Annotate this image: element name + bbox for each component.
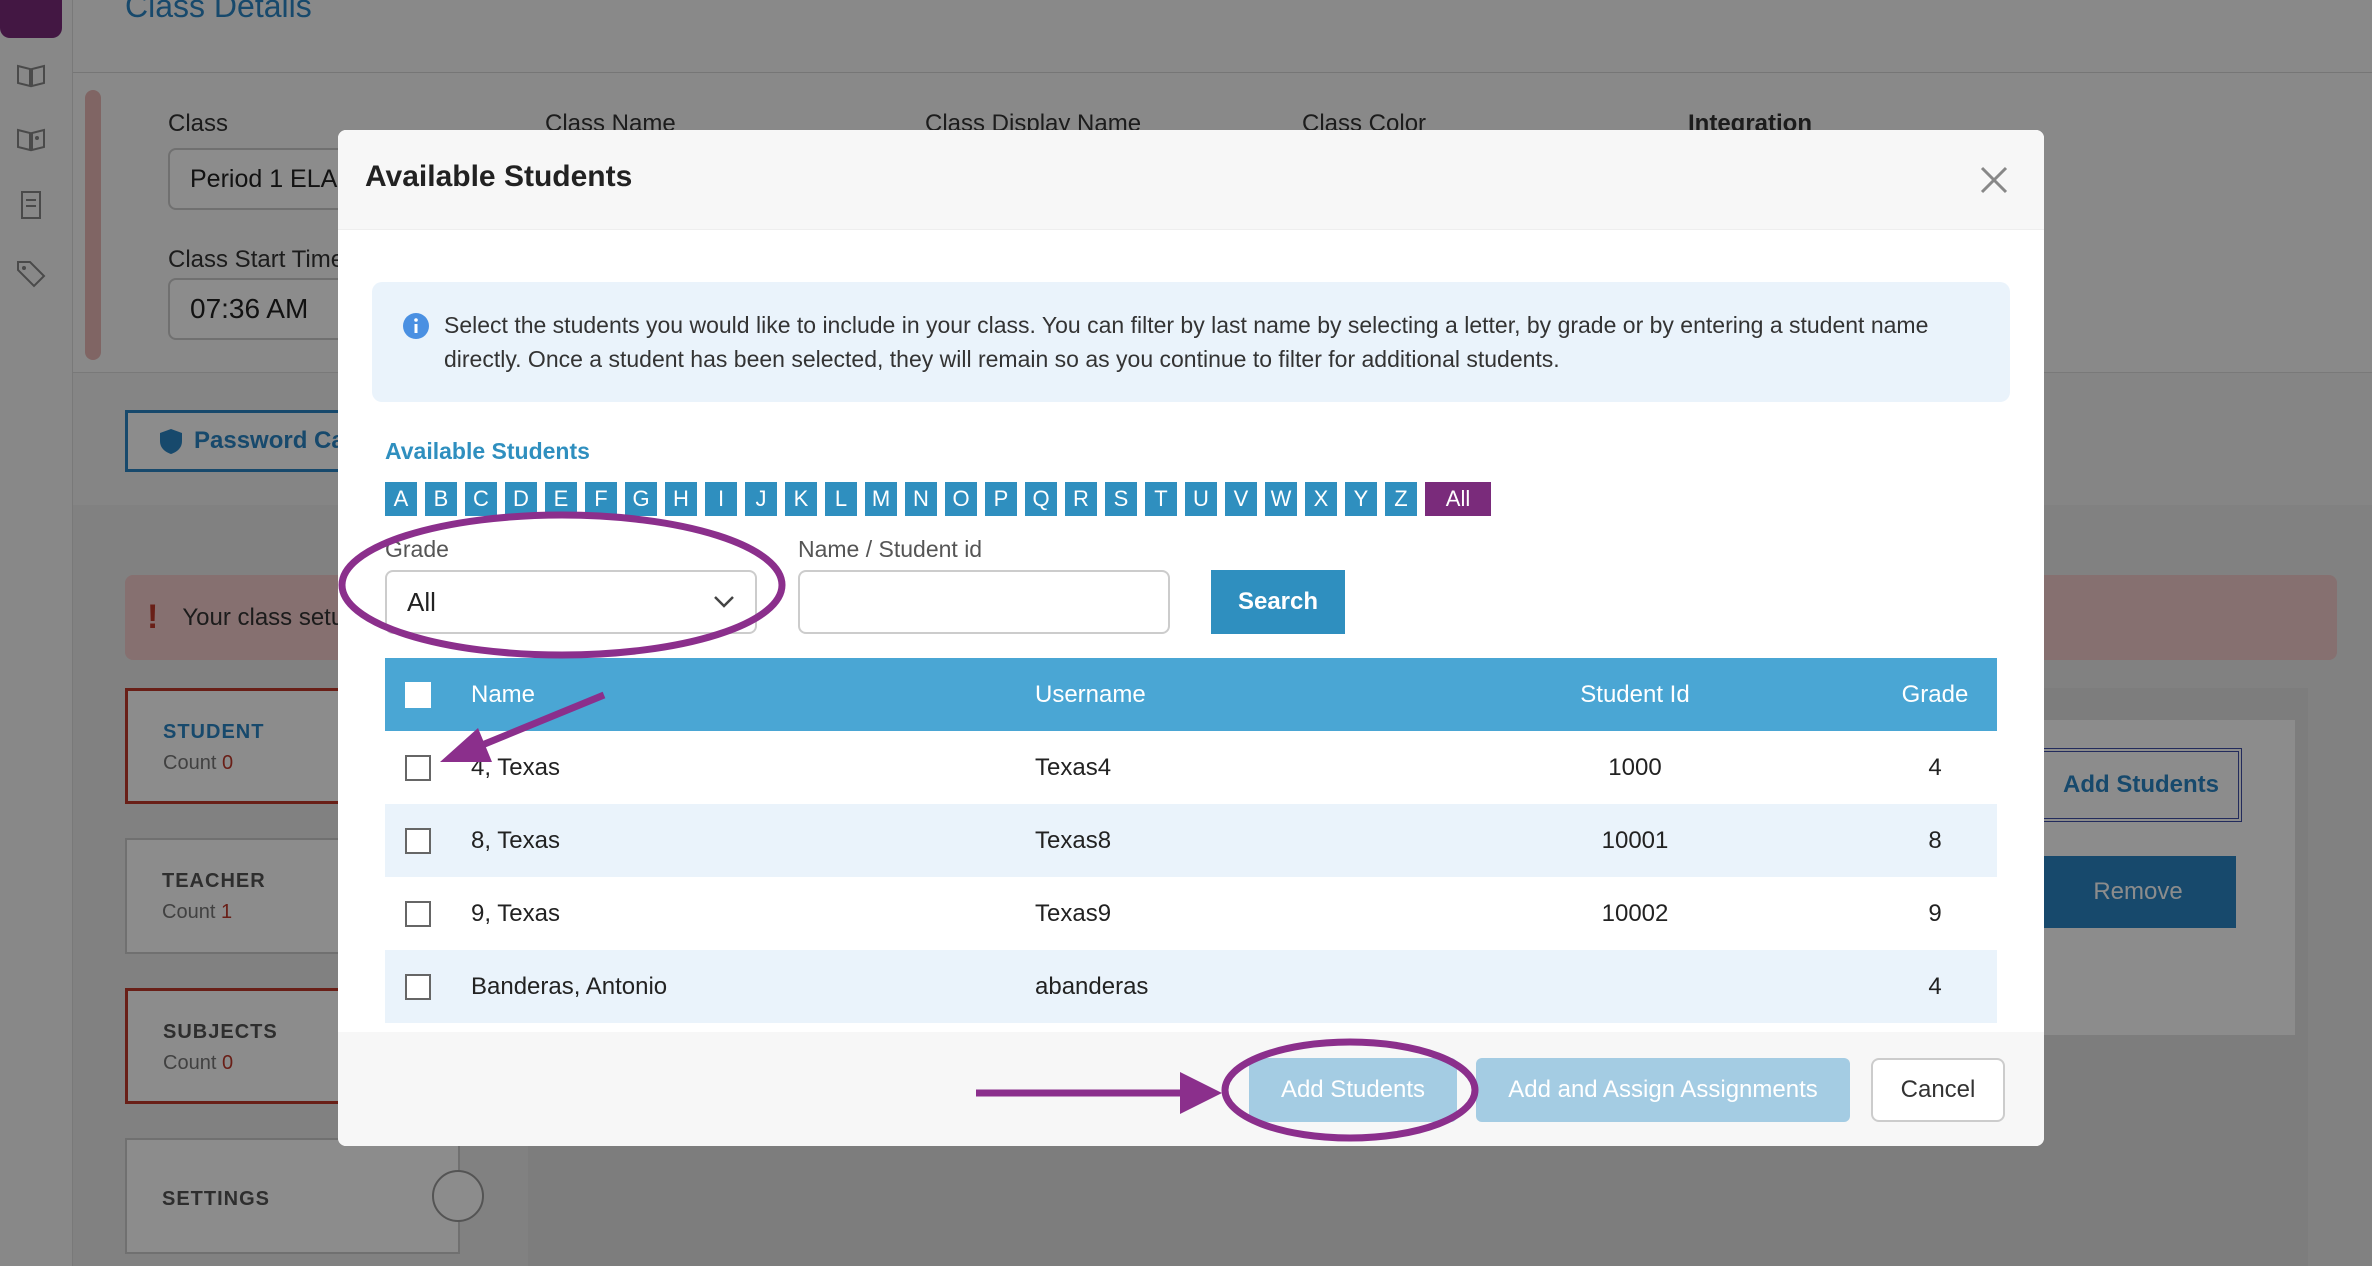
cell-name: 9, Texas	[471, 899, 560, 927]
search-button[interactable]: Search	[1211, 570, 1345, 634]
grade-select[interactable]: All	[385, 570, 757, 634]
letter-filter-j[interactable]: J	[745, 482, 777, 516]
row-checkbox[interactable]	[405, 754, 431, 781]
select-all-checkbox[interactable]	[405, 681, 431, 708]
row-checkbox[interactable]	[405, 900, 431, 927]
letter-filter-x[interactable]: X	[1305, 482, 1337, 516]
cell-name: 4, Texas	[471, 753, 560, 781]
row-checkbox[interactable]	[405, 973, 431, 1000]
letter-filter-s[interactable]: S	[1105, 482, 1137, 516]
letter-filter-w[interactable]: W	[1265, 482, 1297, 516]
add-students-button[interactable]: Add Students	[1249, 1058, 1457, 1122]
info-text: Select the students you would like to in…	[444, 312, 1929, 372]
students-table: Name Username Student Id Grade 4, Texas T…	[385, 658, 1997, 1023]
letter-filter-c[interactable]: C	[465, 482, 497, 516]
available-students-modal: Available Students Select the students y…	[338, 130, 2044, 1146]
letter-filter: A B C D E F G H I J K L M N O P Q R S T U V W X Y Z All	[385, 482, 1491, 516]
modal-header: Available Students	[338, 130, 2044, 230]
cancel-button[interactable]: Cancel	[1871, 1058, 2005, 1122]
letter-filter-e[interactable]: E	[545, 482, 577, 516]
name-search-input[interactable]	[798, 570, 1170, 634]
letter-filter-k[interactable]: K	[785, 482, 817, 516]
letter-filter-t[interactable]: T	[1145, 482, 1177, 516]
letter-filter-f[interactable]: F	[585, 482, 617, 516]
cell-student-id: 1000	[1608, 753, 1662, 781]
letter-filter-r[interactable]: R	[1065, 482, 1097, 516]
cell-grade: 4	[1928, 972, 1942, 1000]
row-checkbox[interactable]	[405, 827, 431, 854]
table-row[interactable]: 4, Texas Texas4 1000 4	[385, 731, 1997, 804]
letter-filter-l[interactable]: L	[825, 482, 857, 516]
table-row[interactable]: Banderas, Antonio abanderas 4	[385, 950, 1997, 1023]
letter-filter-u[interactable]: U	[1185, 482, 1217, 516]
letter-filter-q[interactable]: Q	[1025, 482, 1057, 516]
cell-grade: 9	[1928, 899, 1942, 927]
chevron-down-icon	[714, 596, 734, 608]
letter-filter-b[interactable]: B	[425, 482, 457, 516]
cell-username: Texas8	[1035, 826, 1112, 854]
letter-filter-y[interactable]: Y	[1345, 482, 1377, 516]
cell-username: abanderas	[1035, 972, 1149, 1000]
info-box: Select the students you would like to in…	[372, 282, 2010, 402]
letter-filter-i[interactable]: I	[705, 482, 737, 516]
cell-username: Texas4	[1035, 753, 1112, 781]
cell-student-id: 10001	[1601, 826, 1669, 854]
cell-grade: 8	[1928, 826, 1942, 854]
grade-label: Grade	[385, 536, 449, 562]
cell-grade: 4	[1928, 753, 1942, 781]
name-label: Name / Student id	[798, 536, 983, 562]
header-name[interactable]: Name	[471, 681, 535, 709]
available-students-label: Available Students	[385, 438, 590, 464]
info-icon	[403, 313, 429, 339]
letter-filter-v[interactable]: V	[1225, 482, 1257, 516]
letter-filter-g[interactable]: G	[625, 482, 657, 516]
letter-filter-z[interactable]: Z	[1385, 482, 1417, 516]
close-icon[interactable]	[1974, 160, 2014, 200]
add-assign-assignments-button[interactable]: Add and Assign Assignments	[1476, 1058, 1850, 1122]
table-header: Name Username Student Id Grade	[385, 658, 1997, 731]
header-username[interactable]: Username	[1035, 681, 1146, 709]
letter-filter-d[interactable]: D	[505, 482, 537, 516]
cell-name: Banderas, Antonio	[471, 972, 668, 1000]
letter-filter-a[interactable]: A	[385, 482, 417, 516]
cell-username: Texas9	[1035, 899, 1112, 927]
grade-value: All	[407, 586, 436, 617]
header-student-id[interactable]: Student Id	[1535, 681, 1735, 709]
letter-filter-o[interactable]: O	[945, 482, 977, 516]
letter-filter-m[interactable]: M	[865, 482, 897, 516]
cell-student-id: 10002	[1601, 899, 1669, 927]
table-row[interactable]: 8, Texas Texas8 10001 8	[385, 804, 1997, 877]
table-row[interactable]: 9, Texas Texas9 10002 9	[385, 877, 1997, 950]
letter-filter-p[interactable]: P	[985, 482, 1017, 516]
header-grade[interactable]: Grade	[1885, 681, 1985, 709]
letter-filter-h[interactable]: H	[665, 482, 697, 516]
letter-filter-all[interactable]: All	[1425, 482, 1491, 516]
cell-name: 8, Texas	[471, 826, 560, 854]
table-body: 4, Texas Texas4 1000 4 8, Texas Texas8 10001 8 9…	[385, 731, 1997, 1023]
letter-filter-n[interactable]: N	[905, 482, 937, 516]
modal-title: Available Students	[365, 160, 633, 193]
